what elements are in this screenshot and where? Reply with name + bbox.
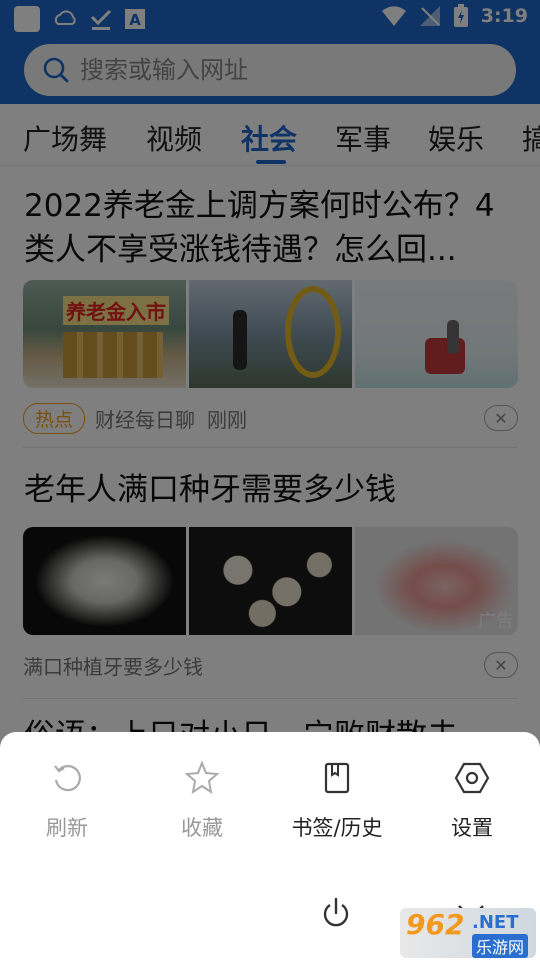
watermark-number: 962 <box>406 908 465 941</box>
watermark-domain: .NET <box>472 912 519 933</box>
menu-label: 收藏 <box>181 816 223 840</box>
menu-favorite[interactable]: 收藏 <box>142 760 262 842</box>
refresh-icon <box>54 765 81 792</box>
menu-refresh[interactable]: 刷新 <box>7 760 127 842</box>
menu-label: 设置 <box>451 816 493 840</box>
bookmark-icon <box>324 762 350 794</box>
site-watermark-logo: 962 .NET 乐游网 <box>400 908 536 958</box>
menu-label: 书签/历史 <box>291 816 383 840</box>
settings-hexagon-icon <box>454 762 490 794</box>
watermark-text: 乐游网 <box>472 934 529 958</box>
star-icon <box>184 760 220 795</box>
menu-settings[interactable]: 设置 <box>412 760 532 842</box>
menu-label: 刷新 <box>46 816 88 840</box>
power-icon[interactable] <box>319 896 353 930</box>
menu-bookmark-history[interactable]: 书签/历史 <box>277 760 397 842</box>
